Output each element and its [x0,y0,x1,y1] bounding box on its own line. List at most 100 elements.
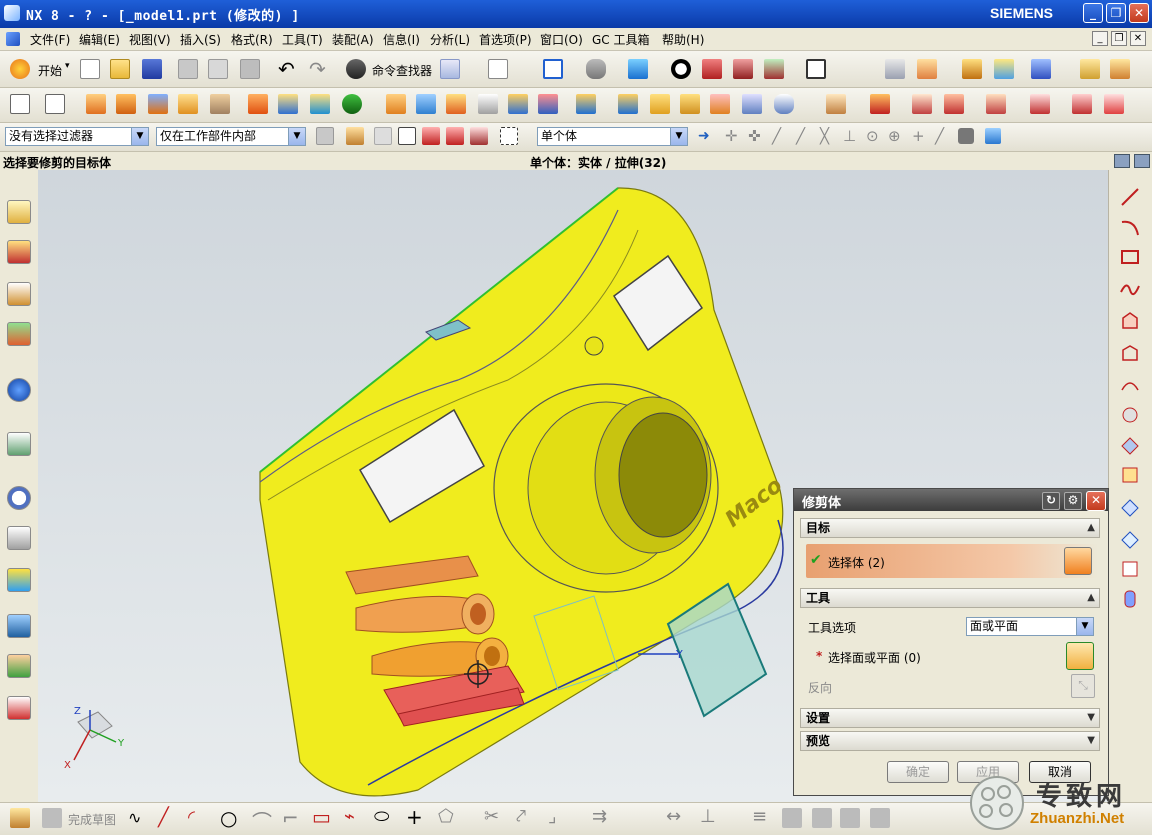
snap-point-icon[interactable]: + [912,127,925,145]
menu-information[interactable]: 信息(I) [383,31,420,48]
offset-curve-icon[interactable]: ⇉ [592,806,607,827]
polygon-icon[interactable]: ⬠ [438,806,454,827]
snap-endpoint-icon[interactable]: ✛ [725,127,738,145]
chevron-down-icon[interactable]: ▼ [670,128,687,145]
profile-icon[interactable]: ∿ [128,808,141,827]
arc-icon[interactable] [1119,216,1141,238]
process-studio-icon[interactable] [7,568,31,592]
body-rule-select[interactable]: 单个体 ▼ [537,127,688,146]
arrow-right-icon[interactable]: ➜ [698,128,710,144]
copy-face-icon[interactable] [1104,94,1124,114]
draft-icon[interactable] [478,94,498,114]
offset-curve-icon[interactable] [1119,342,1141,364]
title-bar[interactable]: NX 8 - ? - [_model1.prt (修改的) ] SIEMENS … [0,0,1152,28]
reset-icon[interactable]: ↻ [1042,492,1060,510]
command-finder-button[interactable]: 命令查找器 [372,62,432,79]
menu-help[interactable]: 帮助(H) [662,31,704,48]
rectangle-select-icon[interactable] [500,127,518,145]
undo-icon[interactable]: ↶ [278,57,295,81]
quick-extend-icon[interactable]: ⤤ [516,806,526,827]
shaded-view-icon[interactable] [628,59,648,79]
tool-option-select[interactable]: 面或平面 ▼ [966,617,1094,636]
chevron-down-icon[interactable]: ▼ [131,128,148,145]
snap-quadrant-icon[interactable]: ⊕ [888,127,901,145]
extract-curve-icon[interactable] [1119,464,1141,486]
info-window-icon[interactable] [488,59,508,79]
snap-midpoint-icon[interactable]: ✜ [748,127,761,145]
restore-button[interactable]: ❐ [1106,3,1126,23]
resize-blend-icon[interactable] [944,94,964,114]
ok-button[interactable]: 确定 [887,761,949,783]
convert-reference-icon[interactable] [812,808,832,828]
menu-insert[interactable]: 插入(S) [180,31,221,48]
chevron-up-icon[interactable]: ▲ [1087,589,1095,607]
snap-center-icon[interactable]: ⊙ [866,127,879,145]
circle-icon[interactable]: ○ [220,806,237,830]
select-body-cube-icon[interactable] [1064,547,1092,575]
body-select-icon[interactable] [446,127,464,145]
revolve-icon[interactable] [116,94,136,114]
selection-icon[interactable] [994,59,1014,79]
intersect-icon[interactable] [310,94,330,114]
roles-icon[interactable] [7,654,31,678]
through-curves-icon[interactable] [742,94,762,114]
start-dropdown-icon[interactable]: ▾ [65,61,70,71]
tool-section-header[interactable]: 工具 ▲ [800,588,1100,608]
boss-icon[interactable] [210,94,230,114]
menu-file[interactable]: 文件(F) [30,31,70,48]
offset-face-icon[interactable] [576,94,596,114]
thicken-icon[interactable] [710,94,730,114]
isometric-view-icon[interactable] [764,59,784,79]
studio-surface-icon[interactable] [774,94,794,114]
select-face-cube-icon[interactable] [1066,642,1094,670]
chamfer-icon[interactable]: ⌐ [282,806,299,830]
assembly-navigator-icon[interactable] [7,200,31,224]
snap-icon[interactable] [962,59,982,79]
edge-blend-icon[interactable] [386,94,406,114]
pattern-icon[interactable] [508,94,528,114]
project-curve-icon[interactable] [1119,404,1141,426]
studio-spline-icon[interactable] [1119,278,1141,300]
web-browser-icon[interactable] [7,432,31,456]
menu-window[interactable]: 窗口(O) [540,31,583,48]
rectangle-icon[interactable] [1119,246,1141,268]
pattern-face-icon[interactable] [986,94,1006,114]
unite-icon[interactable] [248,94,268,114]
front-view-icon[interactable] [702,59,722,79]
constraint-icon[interactable]: ⊥ [700,806,716,827]
reverse-direction-icon[interactable]: ⤡ [1071,674,1095,698]
sketch-icon[interactable] [10,808,30,828]
reuse-library-icon[interactable] [7,322,31,346]
measure-distance-icon[interactable] [1080,59,1100,79]
nx-app-icon[interactable] [4,5,20,21]
mirror-icon[interactable] [538,94,558,114]
doc-close-button[interactable]: ✕ [1130,31,1146,46]
point-icon[interactable]: + [406,805,423,829]
wcs-icon[interactable] [917,59,937,79]
show-constraints-icon[interactable] [782,808,802,828]
cut-icon[interactable] [178,59,198,79]
start-button[interactable]: 开始 [38,62,62,79]
settings-section-header[interactable]: 设置 ▼ [800,708,1100,728]
subtract-icon[interactable] [278,94,298,114]
dialog-title-bar[interactable]: 修剪体 ↻ ⚙ ✕ [794,489,1108,511]
deselect-icon[interactable] [374,127,392,145]
alternate-solution-icon[interactable] [840,808,860,828]
redo-icon[interactable]: ↷ [309,57,326,81]
close-icon[interactable]: ✕ [1086,491,1106,511]
snap-face-icon[interactable]: ╱ [935,127,944,145]
line-icon[interactable] [1119,186,1141,208]
background-icon[interactable] [806,59,826,79]
render-style-icon[interactable] [671,59,691,79]
shell-icon[interactable] [446,94,466,114]
target-section-header[interactable]: 目标 ▲ [800,518,1100,538]
constraint-navigator-icon[interactable] [7,240,31,264]
new-file-icon[interactable] [80,59,100,79]
select-body-row[interactable]: ✔ 选择体 (2) [806,544,1098,578]
combined-projection-icon[interactable] [1119,558,1141,580]
start-icon[interactable] [10,59,30,79]
snap-tangent-icon[interactable]: ⊥ [843,127,856,145]
rectangle-icon[interactable]: ▭ [312,805,331,829]
finish-sketch-icon[interactable] [42,808,62,828]
type-filter-select[interactable]: 没有选择过滤器 ▼ [5,127,149,146]
